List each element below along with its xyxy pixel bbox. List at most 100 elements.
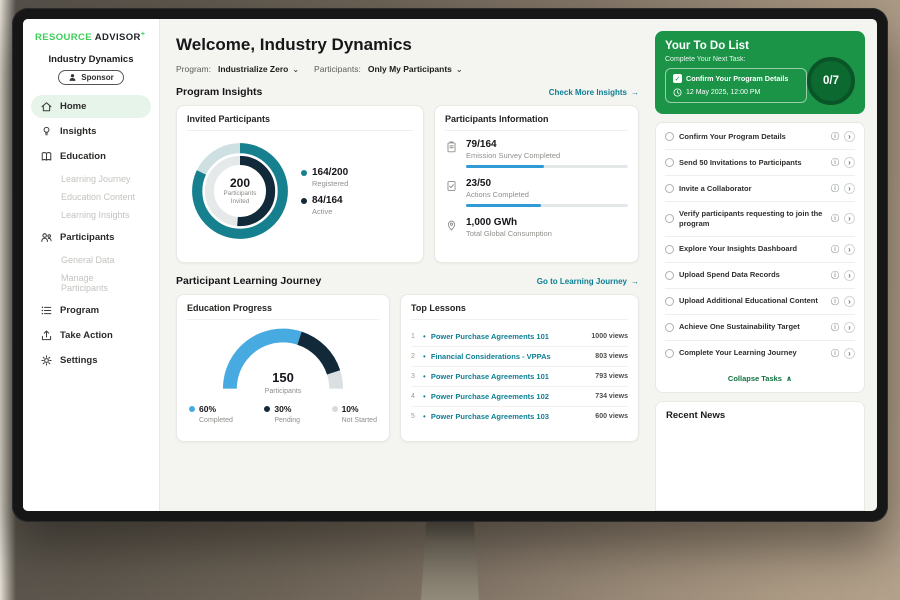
task-checkbox[interactable]	[665, 245, 674, 254]
bullet-icon: •	[423, 392, 426, 401]
navy-dot-icon	[301, 198, 307, 204]
education-progress-card: Education Progress 150 Participants	[176, 294, 390, 442]
sidebar-item-manage-participants[interactable]: Manage Participants	[31, 269, 151, 297]
task-checkbox[interactable]	[665, 158, 674, 167]
lesson-link[interactable]: Power Purchase Agreements 101	[431, 332, 587, 341]
task-checkbox[interactable]	[665, 132, 674, 141]
task-row[interactable]: Complete Your Learning Journey ⓘ ›	[665, 341, 855, 366]
chevron-right-icon[interactable]: ›	[844, 131, 855, 142]
next-task-box[interactable]: ✓ Confirm Your Program Details 12 May 20…	[665, 68, 807, 103]
sidebar-item-learning-journey[interactable]: Learning Journey	[31, 170, 151, 188]
app-logo: RESOURCE ADVISOR+	[31, 31, 151, 43]
sidebar-item-label: Insights	[60, 126, 96, 137]
chevron-right-icon[interactable]: ›	[844, 296, 855, 307]
participants-select[interactable]: Only My Participants ⌄	[368, 64, 463, 74]
participants-filter-label: Participants:	[314, 64, 361, 74]
chevron-right-icon[interactable]: ›	[844, 322, 855, 333]
education-gauge-chart: 150 Participants	[219, 327, 347, 395]
info-row-consumption: 1,000 GWh Total Global Consumption	[445, 217, 628, 238]
sidebar-item-settings[interactable]: Settings	[31, 349, 151, 372]
actions-progress-bar	[466, 204, 628, 207]
bullet-icon: •	[423, 332, 426, 341]
todo-progress-ring: 0/7	[807, 57, 855, 105]
task-checkbox[interactable]	[665, 214, 674, 223]
chevron-right-icon[interactable]: ›	[844, 244, 855, 255]
people-icon	[40, 231, 53, 244]
legend-item-active: 84/164 Active	[301, 195, 348, 216]
info-icon[interactable]: ⓘ	[831, 322, 839, 333]
task-row[interactable]: Invite a Collaborator ⓘ ›	[665, 176, 855, 202]
task-row[interactable]: Explore Your Insights Dashboard ⓘ ›	[665, 237, 855, 263]
progress-fill	[466, 165, 544, 168]
sidebar-item-insights[interactable]: Insights	[31, 120, 151, 143]
sidebar-item-take-action[interactable]: Take Action	[31, 324, 151, 347]
go-to-learning-journey-link[interactable]: Go to Learning Journey →	[537, 277, 639, 286]
task-row[interactable]: Achieve One Sustainability Target ⓘ ›	[665, 315, 855, 341]
sidebar-item-general-data[interactable]: General Data	[31, 251, 151, 269]
info-row-survey: 79/164 Emission Survey Completed	[445, 139, 628, 168]
info-icon[interactable]: ⓘ	[831, 131, 839, 142]
participants-information-card: Participants Information 79/164 Emission…	[434, 105, 639, 263]
sidebar-item-education-content[interactable]: Education Content	[31, 188, 151, 206]
education-legend: 60%Completed 30%Pending 10%Not Started	[187, 404, 379, 424]
gauge-center-label: Participants	[265, 388, 302, 395]
program-select[interactable]: Industrialize Zero ⌄	[218, 64, 299, 74]
task-checkbox[interactable]	[665, 349, 674, 358]
task-checkbox[interactable]	[665, 271, 674, 280]
info-icon[interactable]: ⓘ	[831, 157, 839, 168]
page-title: Welcome, Industry Dynamics	[176, 35, 639, 55]
logo-text-secondary: ADVISOR	[95, 32, 141, 43]
info-icon[interactable]: ⓘ	[831, 213, 839, 224]
lesson-link[interactable]: Financial Considerations - VPPAs	[431, 352, 590, 361]
legend-item-completed: 60%Completed	[189, 404, 233, 424]
chevron-right-icon[interactable]: ›	[844, 270, 855, 281]
upload-icon	[40, 329, 53, 342]
lesson-link[interactable]: Power Purchase Agreements 103	[431, 412, 590, 421]
filter-bar: Program: Industrialize Zero ⌄ Participan…	[176, 64, 639, 74]
clock-icon	[673, 88, 682, 97]
task-checkbox[interactable]	[665, 184, 674, 193]
lesson-row: 5 • Power Purchase Agreements 103 600 vi…	[411, 406, 628, 426]
sidebar-item-program[interactable]: Program	[31, 299, 151, 322]
task-row[interactable]: Upload Additional Educational Content ⓘ …	[665, 289, 855, 315]
sidebar-item-participants[interactable]: Participants	[31, 226, 151, 249]
sidebar-item-learning-insights[interactable]: Learning Insights	[31, 206, 151, 224]
legend-item-pending: 30%Pending	[264, 404, 300, 424]
task-row[interactable]: Upload Spend Data Records ⓘ ›	[665, 263, 855, 289]
invited-legend: 164/200 Registered 84/164 Active	[301, 160, 348, 223]
info-icon[interactable]: ⓘ	[831, 244, 839, 255]
chevron-right-icon[interactable]: ›	[844, 157, 855, 168]
lesson-row: 3 • Power Purchase Agreements 101 793 vi…	[411, 366, 628, 386]
info-icon[interactable]: ⓘ	[831, 348, 839, 359]
collapse-tasks-button[interactable]: Collapse Tasks ∧	[665, 366, 855, 391]
task-row[interactable]: Confirm Your Program Details ⓘ ›	[665, 124, 855, 150]
program-insights-heading: Program Insights	[176, 86, 262, 98]
monitor: RESOURCE ADVISOR+ Industry Dynamics Spon…	[12, 8, 888, 522]
learning-journey-heading: Participant Learning Journey	[176, 275, 321, 287]
info-icon[interactable]: ⓘ	[831, 296, 839, 307]
sidebar-item-education[interactable]: Education	[31, 145, 151, 168]
lesson-link[interactable]: Power Purchase Agreements 101	[431, 372, 590, 381]
chevron-right-icon[interactable]: ›	[844, 348, 855, 359]
lesson-link[interactable]: Power Purchase Agreements 102	[431, 392, 590, 401]
lesson-row: 2 • Financial Considerations - VPPAs 803…	[411, 346, 628, 366]
bullet-icon: •	[423, 372, 426, 381]
sidebar-item-home[interactable]: Home	[31, 95, 151, 118]
todo-summary-card: Your To Do List Complete Your Next Task:…	[655, 31, 865, 114]
invited-participants-card: Invited Participants	[176, 105, 424, 263]
chevron-right-icon[interactable]: ›	[844, 183, 855, 194]
task-row[interactable]: Verify participants requesting to join t…	[665, 202, 855, 237]
arrow-right-icon: →	[631, 277, 639, 286]
check-more-insights-link[interactable]: Check More Insights →	[549, 88, 639, 97]
info-icon[interactable]: ⓘ	[831, 183, 839, 194]
gear-icon	[40, 354, 53, 367]
task-checkbox[interactable]	[665, 297, 674, 306]
info-icon[interactable]: ⓘ	[831, 270, 839, 281]
task-checkbox[interactable]	[665, 323, 674, 332]
sidebar-item-label: Participants	[60, 232, 114, 243]
progress-fill	[466, 204, 541, 207]
bullet-icon: •	[423, 352, 426, 361]
todo-task-list: Confirm Your Program Details ⓘ › Send 50…	[655, 122, 865, 393]
task-row[interactable]: Send 50 Invitations to Participants ⓘ ›	[665, 150, 855, 176]
chevron-right-icon[interactable]: ›	[844, 213, 855, 224]
